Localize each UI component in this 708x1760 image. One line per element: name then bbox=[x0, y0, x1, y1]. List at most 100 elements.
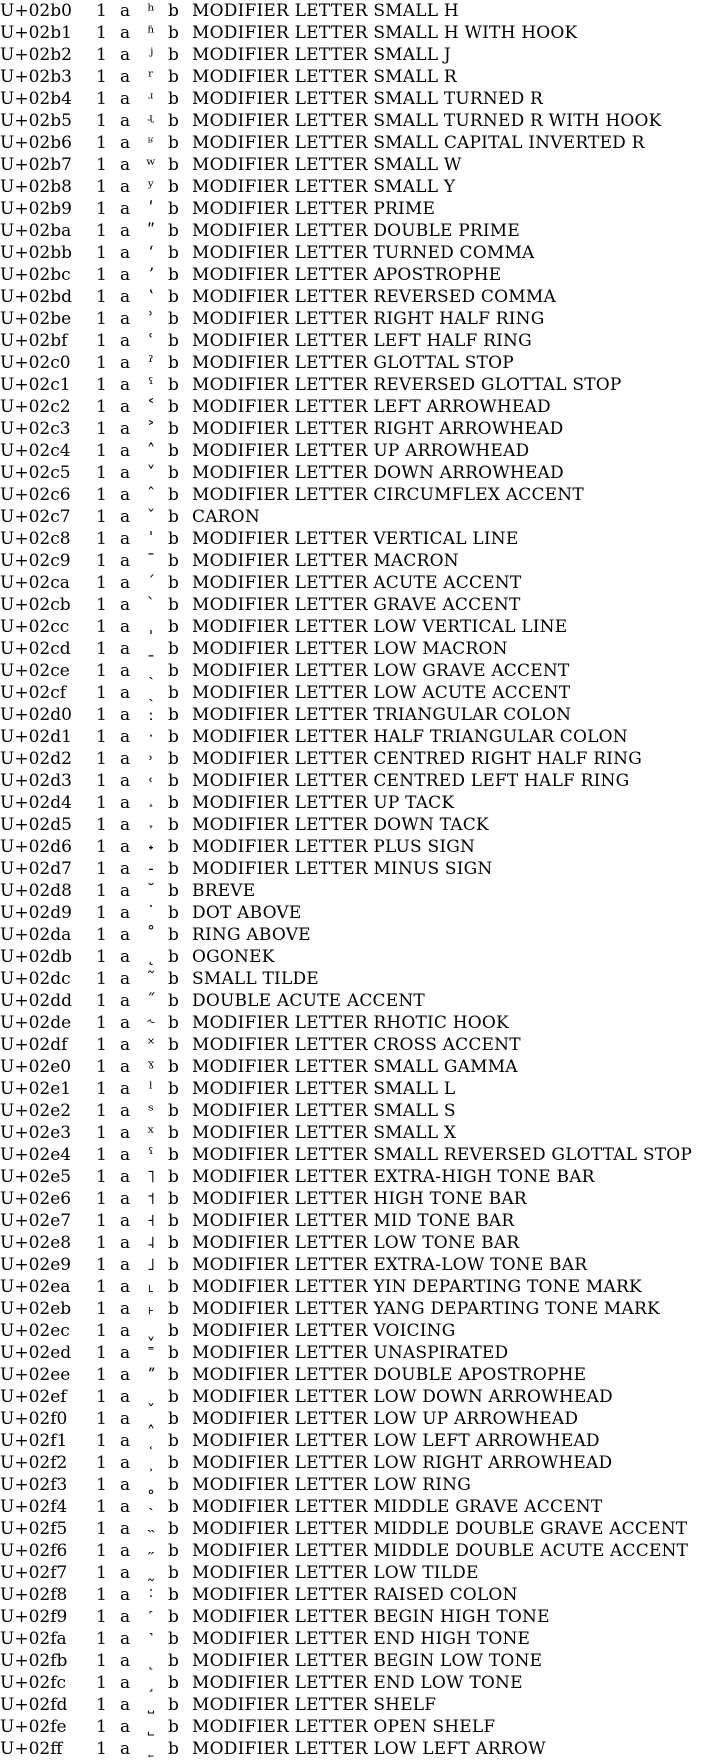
prefix-cell: a bbox=[120, 1233, 131, 1253]
prefix-cell: a bbox=[120, 1057, 131, 1077]
character-name-cell: CARON bbox=[192, 507, 260, 527]
prefix-cell: a bbox=[120, 67, 131, 87]
width-cell: 1 bbox=[96, 1475, 107, 1495]
width-cell: 1 bbox=[96, 903, 107, 923]
glyph-cell: ˲ bbox=[148, 1453, 154, 1473]
suffix-cell: b bbox=[168, 111, 179, 131]
width-cell: 1 bbox=[96, 969, 107, 989]
character-name-cell: OGONEK bbox=[192, 947, 275, 967]
glyph-cell: ˒ bbox=[148, 749, 154, 769]
character-name-cell: MODIFIER LETTER HALF TRIANGULAR COLON bbox=[192, 727, 628, 747]
suffix-cell: b bbox=[168, 529, 179, 549]
prefix-cell: a bbox=[120, 1409, 131, 1429]
suffix-cell: b bbox=[168, 1233, 179, 1253]
prefix-cell: a bbox=[120, 639, 131, 659]
suffix-cell: b bbox=[168, 749, 179, 769]
prefix-cell: a bbox=[120, 661, 131, 681]
suffix-cell: b bbox=[168, 1739, 179, 1759]
codepoint-cell: U+02eb bbox=[0, 1299, 72, 1319]
codepoint-cell: U+02fd bbox=[0, 1695, 68, 1715]
width-cell: 1 bbox=[96, 23, 107, 43]
width-cell: 1 bbox=[96, 1013, 107, 1033]
prefix-cell: a bbox=[120, 1013, 131, 1033]
suffix-cell: b bbox=[168, 1123, 179, 1143]
character-name-cell: MODIFIER LETTER PLUS SIGN bbox=[192, 837, 476, 857]
suffix-cell: b bbox=[168, 837, 179, 857]
glyph-cell: ʳ bbox=[148, 67, 154, 87]
prefix-cell: a bbox=[120, 375, 131, 395]
character-name-cell: SMALL TILDE bbox=[192, 969, 319, 989]
prefix-cell: a bbox=[120, 89, 131, 109]
width-cell: 1 bbox=[96, 639, 107, 659]
prefix-cell: a bbox=[120, 287, 131, 307]
glyph-cell: ˔ bbox=[148, 793, 154, 813]
codepoint-cell: U+02c9 bbox=[0, 551, 71, 571]
suffix-cell: b bbox=[168, 1255, 179, 1275]
prefix-cell: a bbox=[120, 1101, 131, 1121]
suffix-cell: b bbox=[168, 1189, 179, 1209]
width-cell: 1 bbox=[96, 1057, 107, 1077]
codepoint-cell: U+02f6 bbox=[0, 1541, 68, 1561]
glyph-cell: ˝ bbox=[146, 991, 156, 1011]
character-name-cell: MODIFIER LETTER LOW RIGHT ARROWHEAD bbox=[192, 1453, 613, 1473]
suffix-cell: b bbox=[168, 397, 179, 417]
prefix-cell: a bbox=[120, 551, 131, 571]
glyph-cell: ʲ bbox=[148, 45, 154, 65]
glyph-cell: ˳ bbox=[146, 1475, 156, 1495]
suffix-cell: b bbox=[168, 441, 179, 461]
character-name-cell: MODIFIER LETTER MINUS SIGN bbox=[192, 859, 493, 879]
codepoint-cell: U+02db bbox=[0, 947, 72, 967]
width-cell: 1 bbox=[96, 991, 107, 1011]
width-cell: 1 bbox=[96, 309, 107, 329]
codepoint-cell: U+02f4 bbox=[0, 1497, 68, 1517]
width-cell: 1 bbox=[96, 859, 107, 879]
suffix-cell: b bbox=[168, 1101, 179, 1121]
width-cell: 1 bbox=[96, 199, 107, 219]
width-cell: 1 bbox=[96, 1365, 107, 1385]
suffix-cell: b bbox=[168, 23, 179, 43]
width-cell: 1 bbox=[96, 1717, 107, 1737]
codepoint-cell: U+02e6 bbox=[0, 1189, 72, 1209]
character-name-cell: BREVE bbox=[192, 881, 256, 901]
codepoint-cell: U+02d7 bbox=[0, 859, 72, 879]
prefix-cell: a bbox=[120, 1717, 131, 1737]
glyph-cell: ˪ bbox=[148, 1277, 154, 1297]
suffix-cell: b bbox=[168, 793, 179, 813]
width-cell: 1 bbox=[96, 463, 107, 483]
suffix-cell: b bbox=[168, 1167, 179, 1187]
suffix-cell: b bbox=[168, 485, 179, 505]
glyph-cell: ˤ bbox=[148, 1145, 154, 1165]
suffix-cell: b bbox=[168, 903, 179, 923]
codepoint-cell: U+02dc bbox=[0, 969, 71, 989]
suffix-cell: b bbox=[168, 177, 179, 197]
codepoint-cell: U+02e8 bbox=[0, 1233, 72, 1253]
width-cell: 1 bbox=[96, 331, 107, 351]
prefix-cell: a bbox=[120, 573, 131, 593]
suffix-cell: b bbox=[168, 89, 179, 109]
character-name-cell: MODIFIER LETTER SHELF bbox=[192, 1695, 437, 1715]
character-name-cell: MODIFIER LETTER YANG DEPARTING TONE MARK bbox=[192, 1299, 660, 1319]
suffix-cell: b bbox=[168, 353, 179, 373]
glyph-cell: ʵ bbox=[147, 111, 155, 131]
glyph-cell: ˮ bbox=[146, 1365, 156, 1385]
suffix-cell: b bbox=[168, 1717, 179, 1737]
codepoint-cell: U+02bf bbox=[0, 331, 68, 351]
width-cell: 1 bbox=[96, 1409, 107, 1429]
glyph-cell: ˎ bbox=[148, 661, 154, 681]
codepoint-cell: U+02de bbox=[0, 1013, 72, 1033]
glyph-cell: ˾ bbox=[147, 1717, 155, 1737]
suffix-cell: b bbox=[168, 265, 179, 285]
character-name-cell: MODIFIER LETTER UNASPIRATED bbox=[192, 1343, 509, 1363]
prefix-cell: a bbox=[120, 133, 131, 153]
width-cell: 1 bbox=[96, 925, 107, 945]
suffix-cell: b bbox=[168, 1079, 179, 1099]
width-cell: 1 bbox=[96, 1079, 107, 1099]
prefix-cell: a bbox=[120, 1387, 131, 1407]
character-name-cell: MODIFIER LETTER CENTRED RIGHT HALF RING bbox=[192, 749, 643, 769]
character-name-cell: MODIFIER LETTER VOICING bbox=[192, 1321, 456, 1341]
width-cell: 1 bbox=[96, 375, 107, 395]
glyph-cell: ʶ bbox=[147, 133, 155, 153]
character-name-cell: MODIFIER LETTER ACUTE ACCENT bbox=[192, 573, 522, 593]
suffix-cell: b bbox=[168, 991, 179, 1011]
suffix-cell: b bbox=[168, 1585, 179, 1605]
